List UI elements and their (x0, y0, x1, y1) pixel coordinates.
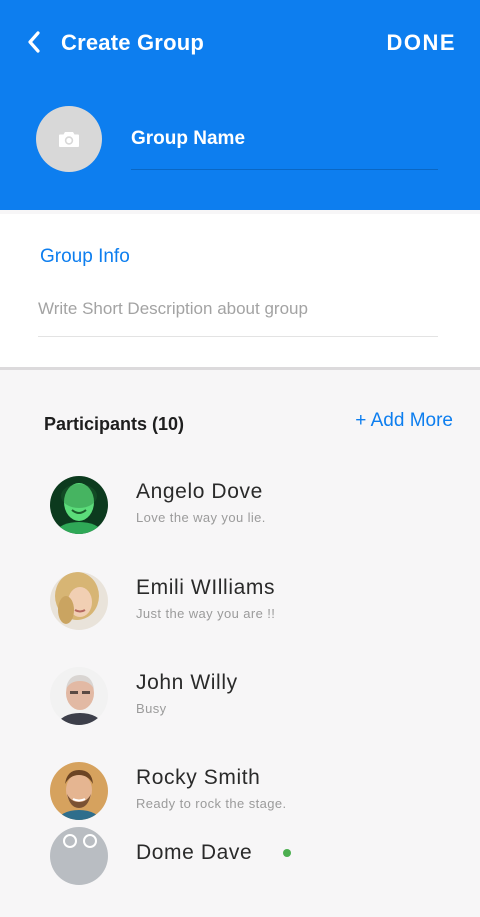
avatar (50, 476, 108, 534)
group-name-field (131, 124, 438, 170)
participant-name: Dome Dave (136, 841, 253, 864)
participant-status: Busy (136, 701, 167, 716)
group-info-label: Group Info (40, 246, 130, 267)
group-info-card: Group Info (0, 214, 480, 367)
add-more-button[interactable]: + Add More (355, 410, 453, 432)
participant-status: Just the way you are !! (136, 606, 276, 621)
avatar (50, 827, 108, 885)
participant-name: John Willy (136, 671, 238, 694)
chevron-left-icon (28, 31, 40, 53)
participant-row[interactable]: Dome Dave (0, 827, 480, 917)
online-indicator (283, 849, 291, 857)
participant-row[interactable]: John Willy Busy (0, 667, 480, 757)
participant-name: Emili WIlliams (136, 576, 276, 599)
participant-row[interactable]: Angelo Dove Love the way you lie. (0, 476, 480, 566)
camera-icon (59, 132, 79, 147)
group-photo-button[interactable] (36, 106, 102, 172)
participant-name: Angelo Dove (136, 480, 263, 503)
avatar (50, 762, 108, 820)
page-title: Create Group (61, 30, 204, 55)
participant-name: Rocky Smith (136, 766, 261, 789)
avatar (50, 572, 108, 630)
group-name-input[interactable] (131, 124, 438, 154)
participant-status: Love the way you lie. (136, 510, 266, 525)
participant-status: Ready to rock the stage. (136, 796, 287, 811)
participants-section: Participants (10) + Add More Angelo Dove… (0, 370, 480, 885)
back-button[interactable] (18, 26, 50, 58)
avatar (50, 667, 108, 725)
done-button[interactable]: DONE (386, 30, 456, 56)
description-input[interactable] (38, 296, 438, 322)
participant-row[interactable]: Emili WIlliams Just the way you are !! (0, 572, 480, 662)
participants-title: Participants (10) (44, 414, 185, 434)
description-field (38, 296, 438, 337)
app-header: Create Group DONE (0, 0, 480, 210)
